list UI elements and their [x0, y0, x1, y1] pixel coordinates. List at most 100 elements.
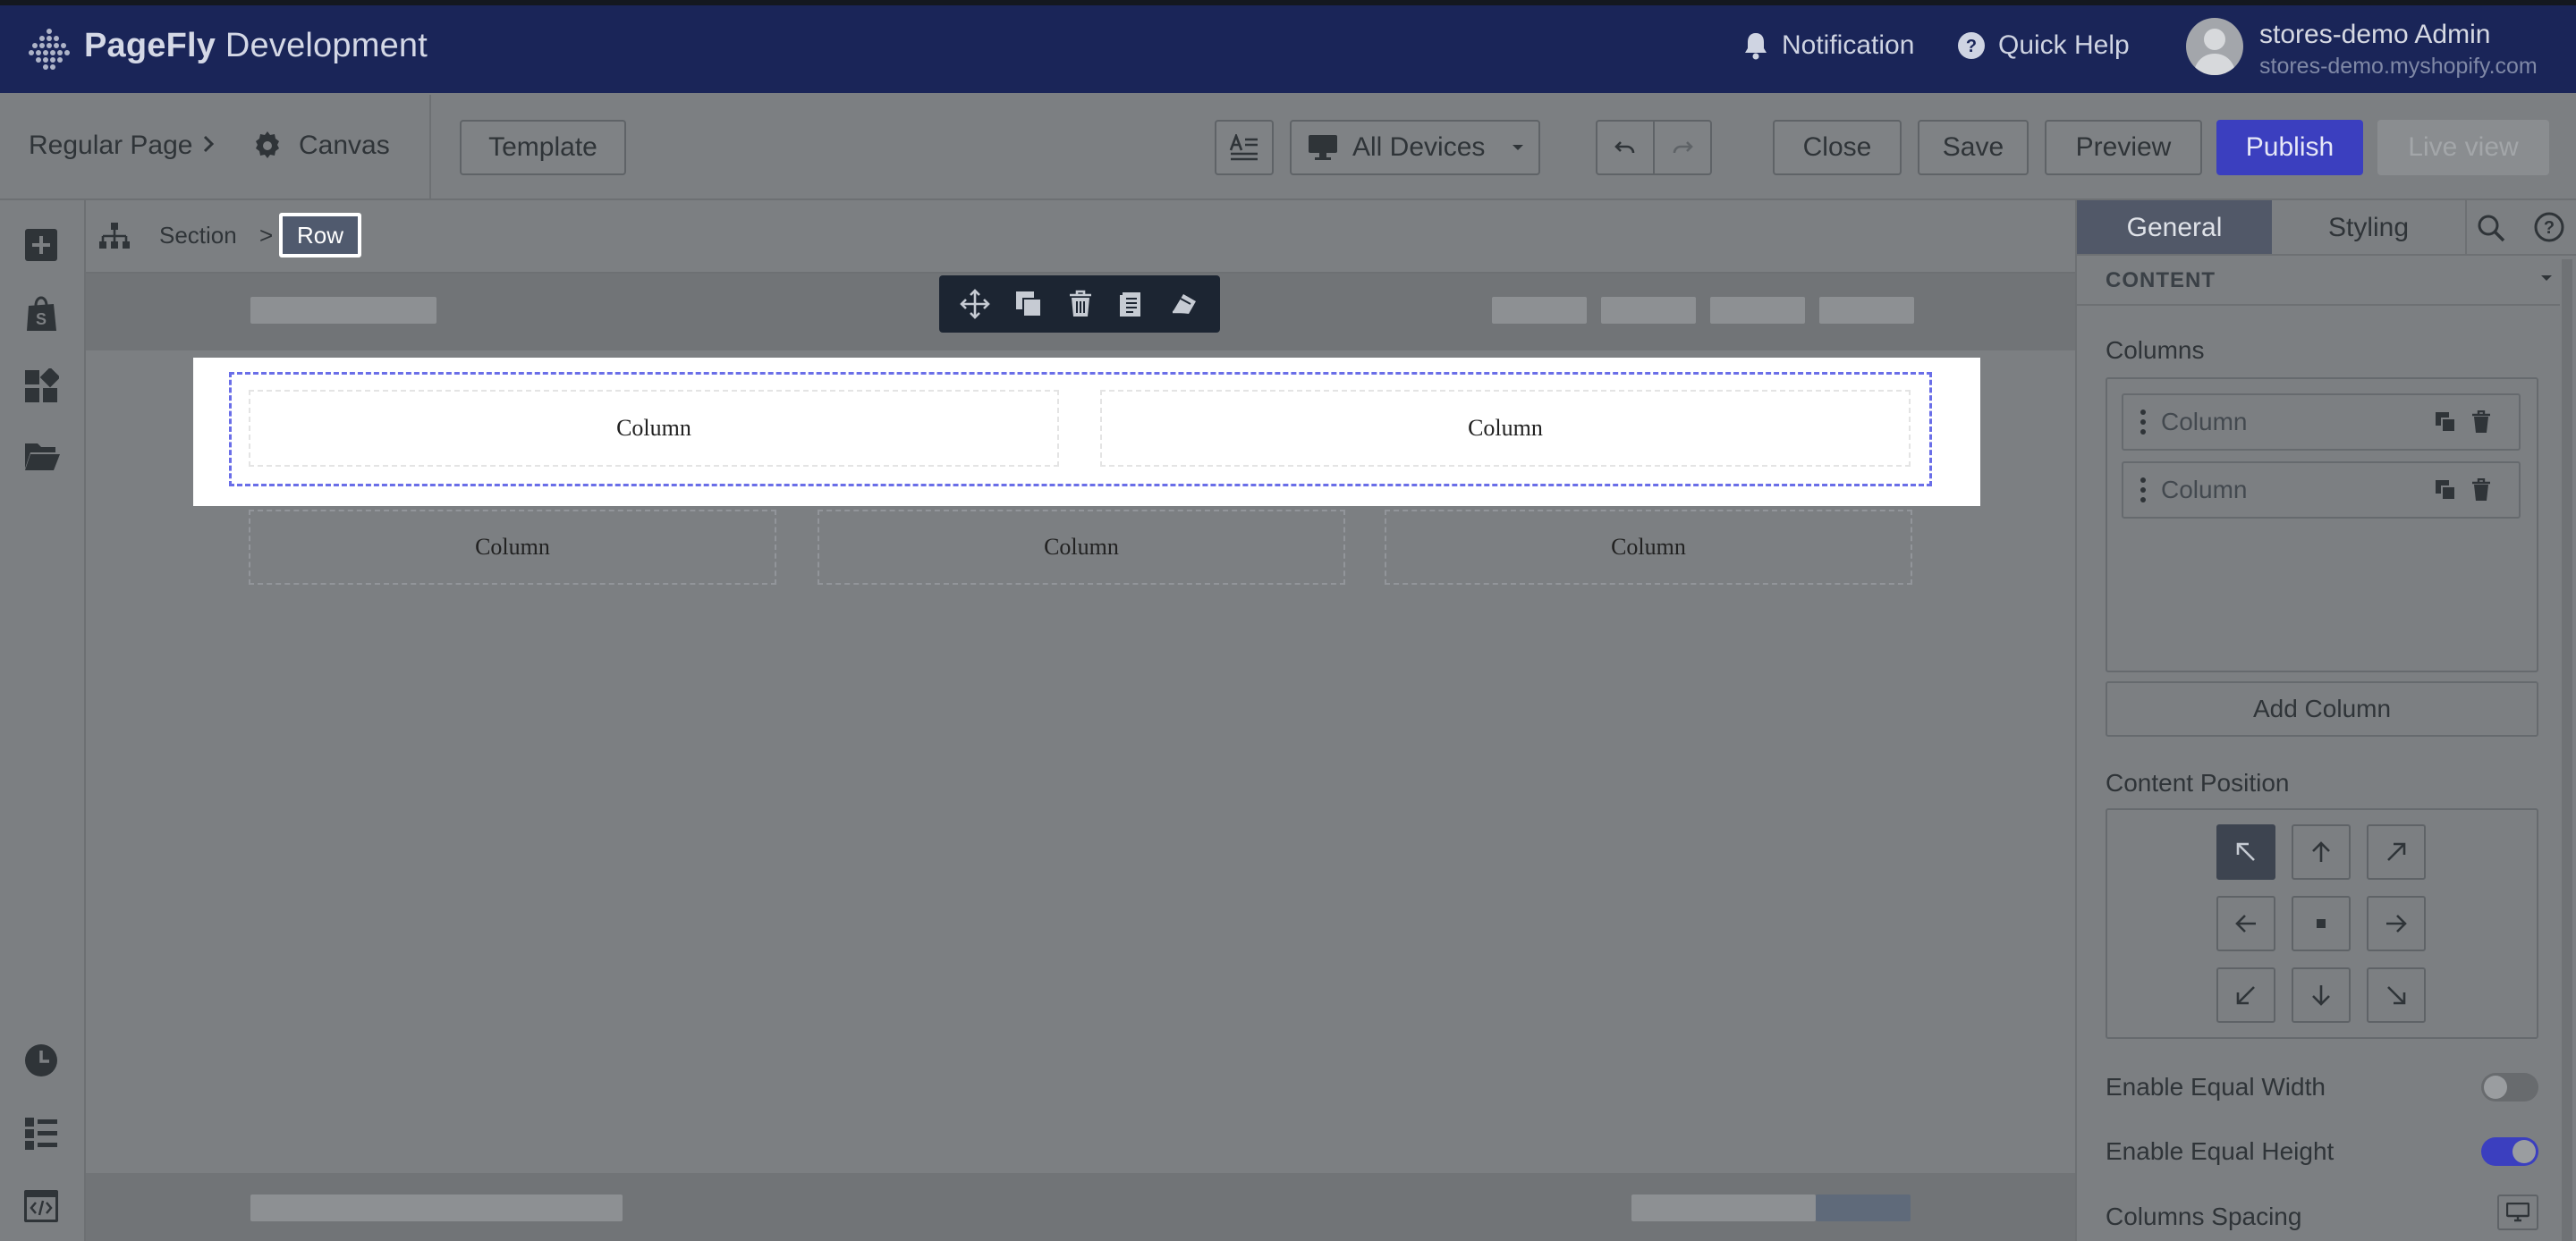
- below-column-2[interactable]: Column: [818, 510, 1345, 585]
- breadcrumb-row-active[interactable]: Row: [279, 213, 361, 257]
- caret-down-icon: [1513, 145, 1524, 150]
- desktop-icon: [1309, 135, 1337, 160]
- redo-icon: [1673, 141, 1693, 154]
- quick-help-button[interactable]: ? Quick Help: [1957, 30, 2130, 61]
- live-view-button[interactable]: Live view: [2377, 120, 2549, 175]
- device-selector-label: All Devices: [1352, 132, 1486, 162]
- row-column-2[interactable]: Column: [1100, 390, 1911, 467]
- folder-icon[interactable]: [23, 440, 61, 472]
- trash-icon[interactable]: [1067, 290, 1094, 318]
- apps-grid-icon[interactable]: [23, 368, 59, 404]
- position-middle-left[interactable]: [2216, 896, 2275, 951]
- element-action-toolbar: [939, 275, 1220, 333]
- user-name: stores-demo Admin: [2259, 20, 2491, 49]
- device-selector[interactable]: All Devices: [1290, 120, 1540, 175]
- desktop-icon: [2506, 1203, 2529, 1222]
- position-top-center[interactable]: [2292, 824, 2351, 880]
- breadcrumb-separator: >: [259, 222, 274, 249]
- help-icon[interactable]: ?: [2533, 211, 2565, 243]
- page-type-breadcrumb[interactable]: Regular Page: [29, 131, 192, 161]
- toolbar-divider: [429, 95, 431, 198]
- layers-list-icon[interactable]: [23, 1116, 59, 1150]
- column-list-item[interactable]: Column: [2122, 393, 2521, 451]
- svg-text:?: ?: [1966, 37, 1977, 56]
- left-sidebar: [0, 200, 86, 1241]
- equal-height-label: Enable Equal Height: [2106, 1137, 2334, 1165]
- position-bottom-center[interactable]: [2292, 967, 2351, 1023]
- preview-button[interactable]: Preview: [2045, 120, 2202, 175]
- bell-icon: [1745, 33, 1767, 60]
- sitemap-tree-icon[interactable]: [98, 222, 131, 250]
- trash-icon[interactable]: [2470, 410, 2492, 434]
- style-eraser-icon[interactable]: [1169, 291, 1199, 317]
- template-button[interactable]: Template: [460, 120, 626, 175]
- brand-name: PageFly Development: [84, 27, 428, 64]
- code-editor-icon[interactable]: [23, 1189, 59, 1223]
- position-bottom-right[interactable]: [2367, 967, 2426, 1023]
- arrow-left-icon: [2235, 915, 2256, 933]
- arrow-up-icon: [2312, 841, 2330, 862]
- arrow-up-left-icon: [2236, 842, 2255, 861]
- caret-down-icon[interactable]: [2540, 274, 2553, 283]
- save-as-section-icon[interactable]: [1118, 290, 1145, 318]
- breadcrumb-section[interactable]: Section: [159, 222, 237, 249]
- position-top-left[interactable]: [2216, 824, 2275, 880]
- drag-handle-icon[interactable]: [2140, 477, 2147, 503]
- redo-button[interactable]: [1653, 120, 1712, 175]
- column-item-label: Column: [2161, 476, 2248, 503]
- position-top-right[interactable]: [2367, 824, 2426, 880]
- quick-help-label: Quick Help: [1998, 30, 2130, 60]
- equal-height-toggle[interactable]: [2481, 1137, 2538, 1166]
- duplicate-icon[interactable]: [1014, 290, 1043, 318]
- center-dot-icon: [2317, 919, 2326, 928]
- drag-handle-icon[interactable]: [2140, 409, 2147, 435]
- panel-scrollbar[interactable]: [2562, 259, 2572, 1241]
- trash-icon[interactable]: [2470, 478, 2492, 502]
- below-column-3[interactable]: Column: [1385, 510, 1912, 585]
- position-bottom-left[interactable]: [2216, 967, 2275, 1023]
- content-header-divider: [2077, 304, 2560, 306]
- help-icon: ?: [1958, 32, 1985, 59]
- text-format-button[interactable]: [1215, 120, 1274, 175]
- notification-button[interactable]: Notification: [1742, 30, 1914, 61]
- close-button[interactable]: Close: [1773, 120, 1902, 175]
- svg-text:S: S: [36, 310, 47, 328]
- equal-width-toggle[interactable]: [2481, 1073, 2538, 1102]
- arrow-right-icon: [2386, 915, 2407, 933]
- avatar[interactable]: [2186, 18, 2243, 75]
- position-center[interactable]: [2292, 896, 2351, 951]
- row-column-1[interactable]: Column: [249, 390, 1059, 467]
- chevron-right-icon: [202, 134, 215, 154]
- search-icon[interactable]: [2476, 213, 2506, 243]
- publish-button[interactable]: Publish: [2216, 120, 2363, 175]
- content-section-header[interactable]: CONTENT: [2106, 268, 2216, 293]
- shopify-bag-icon[interactable]: S: [23, 295, 59, 333]
- add-column-button[interactable]: Add Column: [2106, 681, 2538, 737]
- position-middle-right[interactable]: [2367, 896, 2426, 951]
- move-icon[interactable]: [960, 289, 991, 319]
- content-position-label: Content Position: [2106, 769, 2290, 797]
- notification-label: Notification: [1782, 30, 1915, 60]
- undo-icon: [1614, 141, 1635, 154]
- history-clock-icon[interactable]: [23, 1043, 59, 1078]
- columns-label: Columns: [2106, 336, 2205, 364]
- tab-general[interactable]: General: [2077, 200, 2272, 256]
- column-list-item[interactable]: Column: [2122, 461, 2521, 519]
- arrow-up-right-icon: [2387, 842, 2406, 861]
- canvas-settings-label[interactable]: Canvas: [299, 131, 390, 161]
- arrow-down-icon: [2312, 985, 2330, 1006]
- canvas-footer-placeholder: [86, 1173, 2075, 1241]
- duplicate-icon[interactable]: [2435, 411, 2456, 433]
- tab-styling[interactable]: Styling: [2272, 200, 2467, 256]
- equal-width-label: Enable Equal Width: [2106, 1073, 2326, 1101]
- svg-text:?: ?: [2544, 218, 2555, 238]
- spacing-device-button[interactable]: [2497, 1195, 2538, 1230]
- columns-spacing-label: Columns Spacing: [2106, 1203, 2302, 1230]
- gear-icon[interactable]: [252, 131, 283, 161]
- save-button[interactable]: Save: [1918, 120, 2029, 175]
- duplicate-icon[interactable]: [2435, 479, 2456, 501]
- add-element-icon[interactable]: [23, 227, 59, 263]
- below-column-1[interactable]: Column: [249, 510, 776, 585]
- undo-button[interactable]: [1596, 120, 1655, 175]
- element-breadcrumb-bar: [86, 200, 2075, 274]
